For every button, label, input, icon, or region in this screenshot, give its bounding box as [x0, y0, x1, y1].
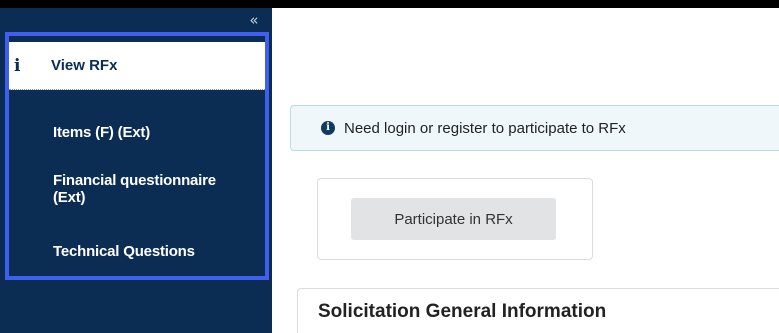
sidebar-item-items[interactable]: Items (F) (Ext): [53, 124, 150, 141]
sidebar-item-financial-questionnaire[interactable]: Financial questionnaire (Ext): [53, 172, 223, 206]
top-bar: [0, 0, 779, 8]
info-icon: i: [14, 55, 21, 76]
sidebar-item-technical-questions[interactable]: Technical Questions: [53, 243, 195, 260]
section-title: Solicitation General Information: [318, 301, 607, 322]
participate-button[interactable]: Participate in RFx: [351, 198, 556, 240]
participate-card: Participate in RFx: [317, 178, 593, 260]
info-circle-icon: i: [321, 121, 335, 135]
solicitation-section: Solicitation General Information: [297, 288, 779, 333]
collapse-sidebar-icon[interactable]: «: [244, 12, 264, 28]
login-notice: i Need login or register to participate …: [290, 105, 779, 151]
sidebar-item-label: View RFx: [51, 57, 118, 74]
notice-text: Need login or register to participate to…: [344, 119, 626, 137]
sidebar-item-view-rfx[interactable]: i View RFx: [9, 42, 265, 90]
